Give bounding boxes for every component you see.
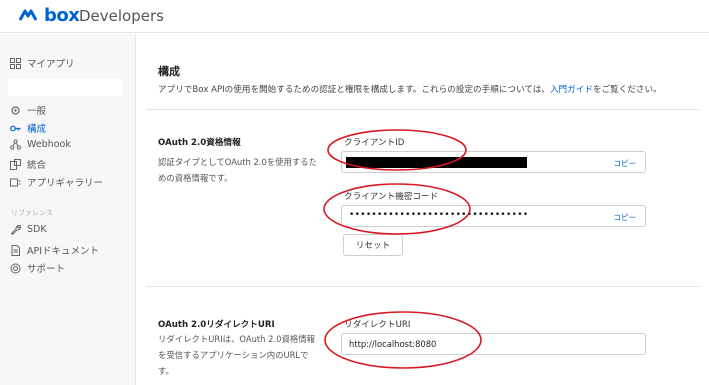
redirect-uri-description: リダイレクトURIは、OAuth 2.0資格情報を受信するアプリケーション内のU… bbox=[158, 334, 315, 376]
oauth-credentials-description: 認証タイプとしてOAuth 2.0を使用するための資格情報です。 bbox=[158, 157, 318, 183]
redirect-uri-value: http://localhost:8080 bbox=[349, 339, 437, 349]
sidebar-item-general[interactable]: 一般 bbox=[10, 103, 46, 117]
gallery-icon bbox=[10, 178, 21, 186]
redirect-uri-input[interactable]: http://localhost:8080 bbox=[341, 333, 646, 355]
client-secret-field[interactable]: •••••••••••••••••••••••••••••••• コピー bbox=[341, 205, 646, 227]
copy-client-secret-button[interactable]: コピー bbox=[614, 212, 637, 223]
page-description: アプリでBox APIの使用を開始するための認証と権限を構成します。これらの設定… bbox=[158, 85, 662, 95]
redirect-uri-label: リダイレクトURI bbox=[344, 320, 411, 330]
sidebar-item-label: 構成 bbox=[27, 124, 47, 135]
page-title: 構成 bbox=[158, 65, 180, 78]
brand-product-text: Developers bbox=[79, 7, 164, 25]
lifebuoy-icon bbox=[10, 263, 21, 273]
key-icon bbox=[10, 125, 21, 131]
client-secret-value: •••••••••••••••••••••••••••••••• bbox=[349, 210, 529, 220]
sidebar-item-app-gallery[interactable]: アプリギャラリー bbox=[10, 175, 103, 189]
redacted-client-id bbox=[346, 157, 527, 168]
sidebar-item-configuration[interactable]: 構成 bbox=[10, 121, 46, 135]
sidebar-item-label: APIドキュメント bbox=[27, 246, 100, 257]
sidebar-item-label: 一般 bbox=[27, 106, 47, 117]
sidebar-item-integrations[interactable]: 統合 bbox=[10, 157, 46, 171]
section-divider bbox=[146, 286, 699, 287]
sidebar-item-label: Webhook bbox=[27, 139, 71, 150]
sidebar-item-label: マイアプリ bbox=[27, 59, 75, 70]
gear-icon bbox=[11, 105, 20, 115]
top-bar: box Developers bbox=[0, 0, 709, 33]
oauth-credentials-title: OAuth 2.0資格情報 bbox=[158, 138, 241, 148]
sidebar-app-selector[interactable] bbox=[8, 79, 122, 96]
main-content: 構成 アプリでBox APIの使用を開始するための認証と権限を構成します。これら… bbox=[137, 34, 709, 385]
document-icon bbox=[11, 244, 20, 256]
sidebar: マイアプリ 一般 構成 Webhook 統合 アプリギャラリー リファレンス S… bbox=[0, 34, 136, 385]
sidebar-item-sdk[interactable]: SDK bbox=[10, 224, 47, 235]
sidebar-item-api-docs[interactable]: APIドキュメント bbox=[10, 243, 99, 257]
box-logo-icon[interactable] bbox=[18, 8, 38, 24]
redirect-uri-title: OAuth 2.0リダイレクトURI bbox=[158, 320, 275, 330]
client-id-label: クライアントID bbox=[344, 138, 405, 148]
sidebar-item-label: 統合 bbox=[27, 160, 47, 171]
wrench-icon bbox=[10, 224, 21, 235]
section-divider bbox=[146, 109, 699, 110]
sidebar-item-label: SDK bbox=[27, 224, 47, 235]
sidebar-item-label: アプリギャラリー bbox=[27, 178, 104, 189]
client-id-field[interactable]: コピー bbox=[341, 151, 646, 173]
sidebar-item-webhook[interactable]: Webhook bbox=[10, 139, 71, 150]
brand-logo-text[interactable]: box bbox=[44, 5, 80, 26]
copy-client-id-button[interactable]: コピー bbox=[614, 158, 637, 169]
integration-icon bbox=[10, 158, 21, 170]
sidebar-section-reference: リファレンス bbox=[11, 209, 53, 217]
webhook-icon bbox=[10, 139, 21, 150]
getting-started-link[interactable]: 入門ガイド bbox=[550, 85, 593, 95]
sidebar-item-support[interactable]: サポート bbox=[10, 261, 65, 275]
client-secret-label: クライアント機密コード bbox=[344, 192, 439, 202]
sidebar-item-label: サポート bbox=[27, 264, 66, 275]
reset-button[interactable]: リセット bbox=[343, 234, 403, 256]
sidebar-item-my-apps[interactable]: マイアプリ bbox=[10, 56, 75, 70]
apps-grid-icon bbox=[10, 57, 21, 69]
